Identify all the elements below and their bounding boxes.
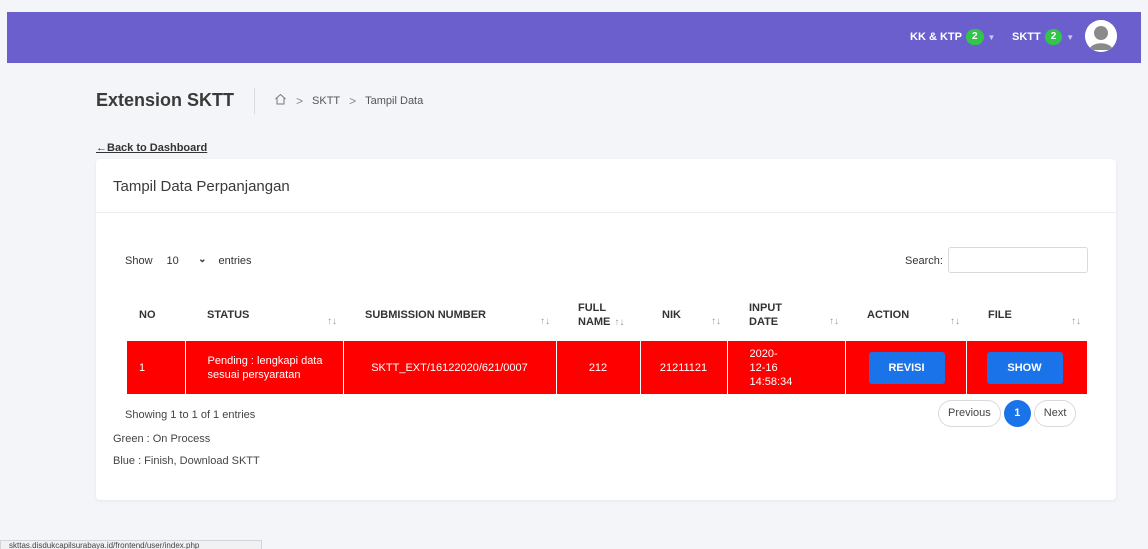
cell-status: Pending : lengkapi data sesuai persyarat…	[184, 341, 343, 394]
sort-icon: ↑↓	[1071, 316, 1081, 327]
status-text: Pending : lengkapi data sesuai persyarat…	[207, 354, 323, 381]
cell-full-name: 212	[555, 341, 640, 394]
previous-page-button[interactable]: Previous	[938, 400, 1001, 427]
card-title: Tampil Data Perpanjangan	[96, 159, 1116, 213]
top-navbar: KK & KTP 2 ▼ SKTT 2 ▼	[7, 12, 1141, 63]
col-no-label: NO	[139, 309, 156, 321]
data-table: NO STATUS ↑↓ SUBMISSION NUMBER ↑↓ FULL NAM…	[127, 289, 1087, 394]
nav-kk-ktp[interactable]: KK & KTP 2 ▼	[910, 29, 995, 45]
chevron-down-icon: ▼	[1066, 32, 1075, 42]
page-title: Extension SKTT	[96, 90, 235, 110]
nav-kk-ktp-badge: 2	[965, 29, 984, 45]
sort-icon: ↑↓	[950, 316, 960, 327]
search-input[interactable]	[948, 247, 1088, 273]
back-link-label: Back to Dashboard	[107, 142, 208, 154]
nav-sktt-label: SKTT	[1012, 31, 1041, 43]
table-header-row: NO STATUS ↑↓ SUBMISSION NUMBER ↑↓ FULL NAM…	[127, 289, 1087, 341]
revisi-button[interactable]: REVISI	[868, 351, 945, 384]
pagination: Previous 1 Next	[938, 400, 1077, 427]
cell-nik: 21211121	[639, 341, 727, 394]
title-divider	[254, 88, 255, 114]
col-header-input-date[interactable]: INPUT DATE ↑↓	[727, 289, 845, 341]
home-icon[interactable]	[274, 93, 287, 108]
sort-icon: ↑↓	[540, 316, 550, 327]
col-header-action[interactable]: ACTION ↑↓	[845, 289, 966, 341]
back-to-dashboard-link[interactable]: ←Back to Dashboard	[96, 142, 207, 154]
sort-icon: ↑↓	[327, 316, 337, 327]
sort-icon: ↑↓	[614, 316, 625, 328]
col-action-label: ACTION	[867, 309, 910, 321]
entries-select[interactable]: 10 ⌄	[159, 254, 213, 267]
chevron-down-icon: ▼	[987, 32, 996, 42]
data-card: Tampil Data Perpanjangan Show 10 ⌄ entri…	[96, 159, 1116, 500]
show-file-button[interactable]: SHOW	[986, 351, 1063, 384]
sort-icon: ↑↓	[711, 316, 721, 327]
user-avatar-icon[interactable]	[1085, 20, 1117, 52]
col-input-date-label: INPUT DATE	[749, 302, 782, 328]
entries-select-value: 10	[166, 255, 179, 267]
cell-no: 1	[127, 341, 185, 394]
col-header-status[interactable]: STATUS ↑↓	[185, 289, 343, 341]
cell-input-date: 2020-12-16 14:58:34	[726, 341, 845, 394]
input-date-text: 2020-12-16 14:58:34	[749, 347, 793, 388]
col-header-no[interactable]: NO	[127, 289, 185, 341]
search-label: Search:	[905, 255, 943, 267]
col-submission-label: SUBMISSION NUMBER	[365, 309, 487, 321]
browser-status-bar: skttas.disdukcapilsurabaya.id/frontend/u…	[0, 540, 262, 549]
col-nik-label: NIK	[662, 309, 681, 321]
col-header-nik[interactable]: NIK ↑↓	[640, 289, 727, 341]
table-row: 1 Pending : lengkapi data sesuai persyar…	[127, 341, 1087, 394]
legend-blue: Blue : Finish, Download SKTT	[113, 455, 260, 467]
col-header-full-name[interactable]: FULL NAME ↑↓	[556, 289, 640, 341]
show-entries-control: Show 10 ⌄ entries	[125, 254, 252, 267]
cell-file: SHOW	[965, 341, 1087, 394]
cell-action: REVISI	[844, 341, 966, 394]
arrow-left-icon: ←	[96, 142, 107, 154]
next-page-button[interactable]: Next	[1033, 400, 1077, 427]
breadcrumb-separator: >	[349, 93, 357, 108]
breadcrumb-separator: >	[296, 93, 304, 108]
breadcrumb: > SKTT > Tampil Data	[274, 93, 423, 108]
col-header-submission-number[interactable]: SUBMISSION NUMBER ↑↓	[343, 289, 556, 341]
nav-sktt[interactable]: SKTT 2 ▼	[1012, 29, 1074, 45]
breadcrumb-item-tampil-data: Tampil Data	[365, 94, 424, 107]
page-1-button[interactable]: 1	[1003, 400, 1031, 427]
entries-label: entries	[218, 255, 252, 267]
cell-submission-number: SKTT_EXT/16122020/621/0007	[342, 341, 556, 394]
breadcrumb-item-sktt[interactable]: SKTT	[312, 95, 340, 107]
nav-sktt-badge: 2	[1044, 29, 1063, 45]
show-label: Show	[125, 255, 153, 267]
col-full-name-label: FULL NAME	[578, 301, 611, 328]
col-status-label: STATUS	[207, 309, 250, 321]
chevron-down-icon: ⌄	[198, 254, 207, 265]
table-info: Showing 1 to 1 of 1 entries	[125, 409, 256, 421]
legend-green: Green : On Process	[113, 433, 211, 445]
col-file-label: FILE	[988, 309, 1012, 321]
sort-icon: ↑↓	[829, 316, 839, 327]
nav-kk-ktp-label: KK & KTP	[910, 31, 962, 43]
col-header-file[interactable]: FILE ↑↓	[966, 289, 1087, 341]
